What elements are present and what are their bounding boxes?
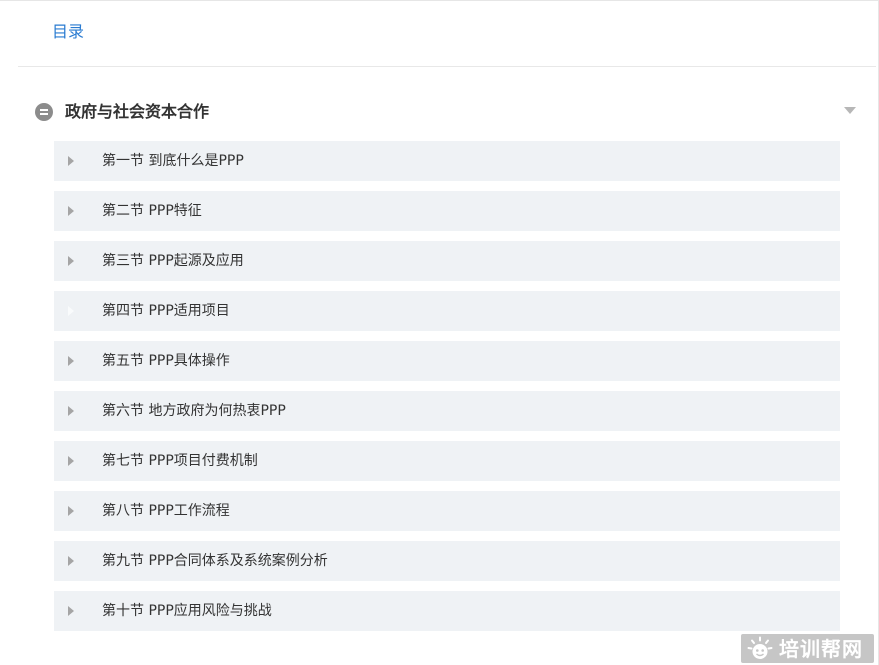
play-arrow-icon (68, 156, 74, 166)
section-item[interactable]: 第三节 PPP起源及应用 (54, 241, 840, 281)
section-label: 第八节 PPP工作流程 (102, 503, 230, 519)
play-arrow-icon (68, 556, 74, 566)
section-label: 第六节 地方政府为何热衷PPP (102, 403, 286, 419)
play-arrow-icon (68, 606, 74, 616)
section-item[interactable]: 第八节 PPP工作流程 (54, 491, 840, 531)
section-label: 第三节 PPP起源及应用 (102, 253, 244, 269)
play-arrow-icon (68, 206, 74, 216)
play-arrow-icon (68, 306, 74, 316)
chapter-collapse-icon[interactable] (35, 103, 53, 121)
section-label: 第十节 PPP应用风险与挑战 (102, 603, 272, 619)
watermark-text: 培训帮网 (779, 637, 863, 661)
section-item[interactable]: 第五节 PPP具体操作 (54, 341, 840, 381)
site-watermark: 培训帮网 (741, 634, 874, 663)
chapter-header[interactable]: 政府与社会资本合作 (34, 99, 864, 125)
section-item[interactable]: 第一节 到底什么是PPP (54, 141, 840, 181)
play-arrow-icon (68, 356, 74, 366)
section-label: 第二节 PPP特征 (102, 203, 202, 219)
catalog-header: 目录 (18, 1, 876, 67)
section-item[interactable]: 第六节 地方政府为何热衷PPP (54, 391, 840, 431)
catalog-tab-title[interactable]: 目录 (52, 21, 84, 43)
section-item[interactable]: 第十节 PPP应用风险与挑战 (54, 591, 840, 631)
chapter-title: 政府与社会资本合作 (65, 102, 210, 121)
section-label: 第七节 PPP项目付费机制 (102, 453, 258, 469)
section-label: 第一节 到底什么是PPP (102, 153, 244, 169)
play-arrow-icon (68, 406, 74, 416)
section-item[interactable]: 第二节 PPP特征 (54, 191, 840, 231)
course-catalog-page: 目录 政府与社会资本合作 第一节 到底什么是PPP 第二节 PPP特征 第三节 … (0, 0, 879, 665)
chevron-down-icon[interactable] (844, 107, 856, 114)
section-item[interactable]: 第九节 PPP合同体系及系统案例分析 (54, 541, 840, 581)
section-item[interactable]: 第七节 PPP项目付费机制 (54, 441, 840, 481)
play-arrow-icon (68, 256, 74, 266)
play-arrow-icon (68, 456, 74, 466)
section-list: 第一节 到底什么是PPP 第二节 PPP特征 第三节 PPP起源及应用 第四节 … (54, 141, 840, 641)
section-label: 第五节 PPP具体操作 (102, 353, 230, 369)
section-label: 第九节 PPP合同体系及系统案例分析 (102, 553, 328, 569)
play-arrow-icon (68, 506, 74, 516)
sun-face-icon (747, 636, 773, 659)
section-label: 第四节 PPP适用项目 (102, 303, 230, 319)
section-item[interactable]: 第四节 PPP适用项目 (54, 291, 840, 331)
